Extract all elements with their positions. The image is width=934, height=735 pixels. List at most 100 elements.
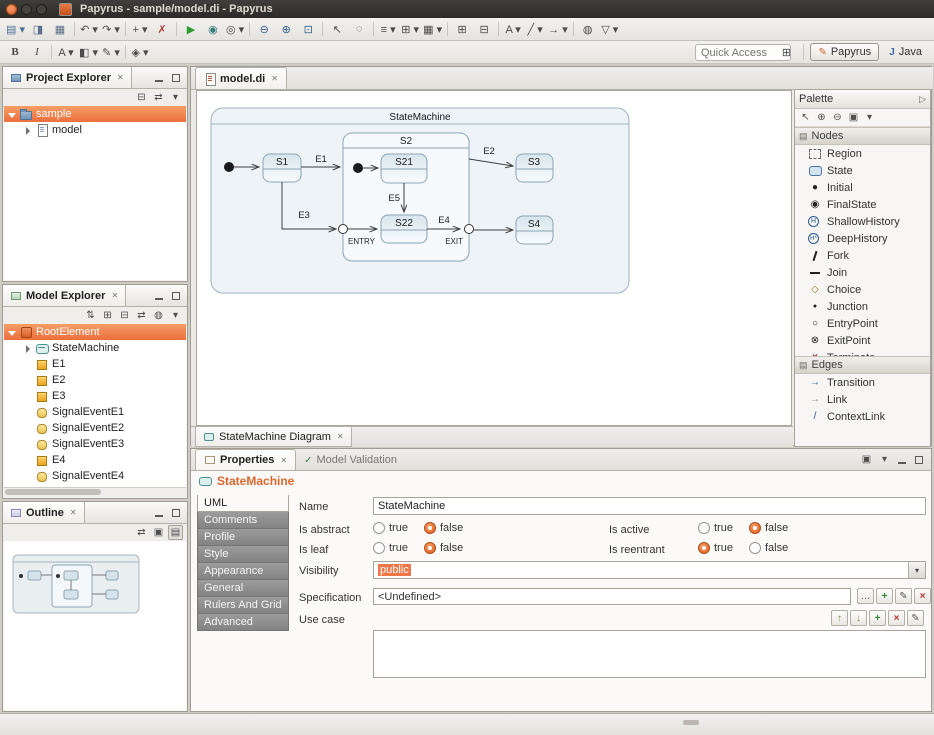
new-child[interactable]: + ▾ — [129, 20, 151, 38]
line-color[interactable]: ✎ ▾ — [100, 43, 122, 61]
minimize-view-button[interactable] — [895, 454, 909, 466]
palette-item[interactable]: H ShallowHistory — [795, 213, 930, 230]
font-color[interactable]: A ▾ — [55, 43, 77, 61]
tree-item[interactable]: SignalEventE2 — [4, 420, 186, 436]
palette-item[interactable]: × Terminate — [795, 349, 930, 356]
palette-item[interactable]: ● Junction — [795, 298, 930, 315]
state-s21[interactable]: S21 — [381, 154, 427, 183]
distribute[interactable]: ⊞ ▾ — [399, 20, 421, 38]
state-s4[interactable]: S4 — [516, 216, 553, 244]
palette-item[interactable]: ⊗ ExitPoint — [795, 332, 930, 349]
tree-item[interactable]: RootElement — [4, 324, 186, 340]
state-s1[interactable]: S1 — [263, 154, 301, 182]
outline-tab[interactable]: Outline ✕ — [3, 502, 85, 523]
note-tool[interactable]: ▣ — [846, 110, 861, 125]
tree-item[interactable]: E1 — [4, 356, 186, 372]
palette-item[interactable]: ◇ Choice — [795, 281, 930, 298]
is-leaf-false-radio[interactable] — [424, 542, 436, 554]
close-view-icon[interactable]: ✕ — [280, 456, 287, 465]
zoom-out-tool[interactable]: ⊖ — [830, 110, 845, 125]
palette-item[interactable]: ◉ FinalState — [795, 196, 930, 213]
minimize-view-button[interactable] — [152, 72, 166, 84]
line-style[interactable]: ╱ ▾ — [524, 20, 546, 38]
view-menu[interactable]: ▾ — [168, 308, 183, 323]
is-abstract-true-radio[interactable] — [373, 522, 385, 534]
view-menu[interactable]: ▾ — [877, 452, 892, 467]
view-menu[interactable]: ▾ — [168, 90, 183, 105]
model-explorer-tab[interactable]: Model Explorer ✕ — [3, 285, 126, 306]
arrow-style[interactable]: → ▾ — [546, 20, 570, 38]
show-outline[interactable]: ▤ — [168, 525, 183, 540]
tree-expand-arrow-icon[interactable] — [24, 126, 33, 135]
tree-item[interactable]: E3 — [4, 388, 186, 404]
open-perspective-button[interactable]: ⊞ — [775, 43, 797, 61]
properties-side-tab[interactable]: Appearance — [197, 563, 289, 580]
tree-item[interactable]: E2 — [4, 372, 186, 388]
marquee-tool[interactable]: ◌ — [348, 20, 370, 38]
palette-item[interactable]: H* DeepHistory — [795, 230, 930, 247]
snap-to-grid[interactable]: ⊟ — [473, 20, 495, 38]
minimize-view-button[interactable] — [152, 290, 166, 302]
close-view-icon[interactable]: ✕ — [117, 73, 124, 82]
palette-item[interactable]: Region — [795, 145, 930, 162]
move-down-button[interactable]: ↓ — [850, 610, 867, 626]
palette-item[interactable]: ○ EntryPoint — [795, 315, 930, 332]
close-view-icon[interactable]: ✕ — [70, 508, 77, 517]
maximize-view-button[interactable] — [169, 290, 183, 302]
select-tool[interactable]: ↖ — [798, 110, 813, 125]
arrange-all[interactable]: ▦ ▾ — [421, 20, 444, 38]
perspective-papyrus-button[interactable]: ✎ Papyrus — [810, 43, 879, 61]
show-grid[interactable]: ⊞ — [451, 20, 473, 38]
link-with-editor[interactable]: ⇄ — [134, 308, 149, 323]
select-tool[interactable]: ↖ — [326, 20, 348, 38]
tree-item[interactable]: SignalEventE1 — [4, 404, 186, 420]
show-overview[interactable]: ▣ — [151, 525, 166, 540]
specification-value[interactable]: <Undefined> — [373, 588, 851, 605]
fill-color[interactable]: ◧ ▾ — [77, 43, 100, 61]
close-editor-icon[interactable]: ✕ — [271, 74, 278, 83]
edit-button[interactable]: ✎ — [907, 610, 924, 626]
collapse-all[interactable]: ⊟ — [117, 308, 132, 323]
palette-pin-icon[interactable]: ▷ — [919, 94, 926, 105]
diagram-canvas[interactable]: StateMachine S1 E1 — [196, 90, 792, 426]
palette-item[interactable]: Join — [795, 264, 930, 281]
zoom-in-tool[interactable]: ⊕ — [814, 110, 829, 125]
is-reentrant-true-radio[interactable] — [698, 542, 710, 554]
tree-item[interactable]: SignalEventE3 — [4, 436, 186, 452]
palette-drawer-nodes[interactable]: ▤ Nodes — [795, 127, 930, 145]
palette-drawer-edges[interactable]: ▤ Edges — [795, 356, 930, 374]
add-button[interactable]: + — [876, 588, 893, 604]
layout-button[interactable]: ▣ — [859, 452, 874, 467]
use-case-list[interactable] — [373, 630, 926, 678]
is-reentrant-false-radio[interactable] — [749, 542, 761, 554]
properties-side-tab[interactable]: General — [197, 580, 289, 597]
palette-item[interactable]: / ContextLink — [795, 408, 930, 425]
tree-expand-arrow-icon[interactable] — [8, 110, 17, 119]
tree-item[interactable]: E4 — [4, 452, 186, 468]
horizontal-scrollbar[interactable] — [4, 487, 186, 497]
statemachine-diagram-tab[interactable]: StateMachine Diagram ✕ — [195, 427, 352, 447]
properties-side-tab[interactable]: UML — [197, 495, 289, 512]
add-button[interactable]: + — [869, 610, 886, 626]
style-menu[interactable]: ◈ ▾ — [129, 43, 151, 61]
new-menu[interactable]: ▤ ▾ — [4, 20, 27, 38]
model-validation-tab[interactable]: ✓ Model Validation — [296, 450, 405, 470]
save[interactable]: ◨ — [27, 20, 49, 38]
tree-item[interactable]: SignalEventE4 — [4, 468, 186, 484]
properties-side-tab[interactable]: Advanced — [197, 614, 289, 631]
edit-button[interactable]: ✎ — [895, 588, 912, 604]
state-s22[interactable]: S22 — [381, 215, 427, 243]
maximize-view-button[interactable] — [912, 454, 926, 466]
project-explorer-tab[interactable]: Project Explorer ✕ — [3, 67, 132, 88]
search[interactable]: ◍ — [577, 20, 599, 38]
minimize-window-button[interactable] — [21, 4, 32, 15]
perspective-java-button[interactable]: J Java — [881, 43, 930, 61]
editor-tab-model-di[interactable]: model.di ✕ — [195, 67, 287, 89]
palette-item[interactable]: → Transition — [795, 374, 930, 391]
expand-all[interactable]: ⊞ — [100, 308, 115, 323]
close-sheet-icon[interactable]: ✕ — [337, 432, 344, 441]
palette-item[interactable]: Fork — [795, 247, 930, 264]
tree-expand-arrow-icon[interactable] — [8, 328, 17, 337]
properties-side-tab[interactable]: Comments — [197, 512, 289, 529]
tree-item[interactable]: model — [4, 122, 186, 138]
